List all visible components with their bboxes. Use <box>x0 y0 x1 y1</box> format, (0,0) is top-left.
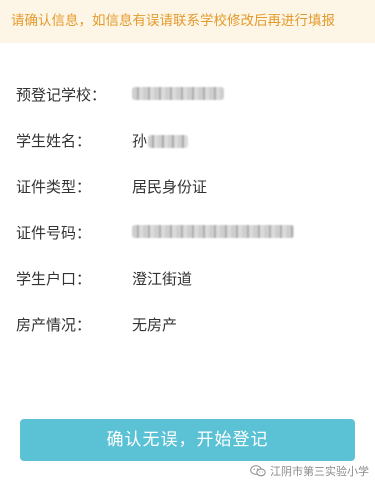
wechat-icon <box>250 465 266 477</box>
info-notice-banner: 请确认信息，如信息有误请联系学校修改后再进行填报 <box>0 0 375 43</box>
form-row-school: 预登记学校： <box>0 70 375 116</box>
id-type-label: 证件类型： <box>16 178 92 196</box>
watermark-text: 江阴市第三实验小学 <box>270 465 369 478</box>
property-label: 房产情况： <box>16 316 92 334</box>
household-value: 澄江街道 <box>132 270 193 288</box>
registration-info-form: 预登记学校： 学生姓名： 孙 证件类型： 居民身份证 证件号码： 学生户口： 澄… <box>0 70 375 346</box>
student-name-value: 孙 <box>132 130 189 150</box>
student-name-visible-part: 孙 <box>132 132 148 150</box>
student-name-label: 学生姓名： <box>16 132 92 150</box>
form-row-id-type: 证件类型： 居民身份证 <box>0 162 375 208</box>
form-row-household: 学生户口： 澄江街道 <box>0 254 375 300</box>
student-name-masked-part <box>148 135 189 148</box>
property-value: 无房产 <box>132 316 178 334</box>
id-type-value: 居民身份证 <box>132 178 208 196</box>
school-label: 预登记学校： <box>16 86 107 104</box>
school-value-masked <box>132 87 224 100</box>
id-number-label: 证件号码： <box>16 224 92 242</box>
household-label: 学生户口： <box>16 270 92 288</box>
account-watermark: 江阴市第三实验小学 <box>250 463 369 479</box>
confirm-start-registration-button[interactable]: 确认无误，开始登记 <box>20 419 355 461</box>
form-row-id-number: 证件号码： <box>0 208 375 254</box>
id-number-value-masked <box>132 225 294 238</box>
form-row-student-name: 学生姓名： 孙 <box>0 116 375 162</box>
form-row-property: 房产情况： 无房产 <box>0 300 375 346</box>
